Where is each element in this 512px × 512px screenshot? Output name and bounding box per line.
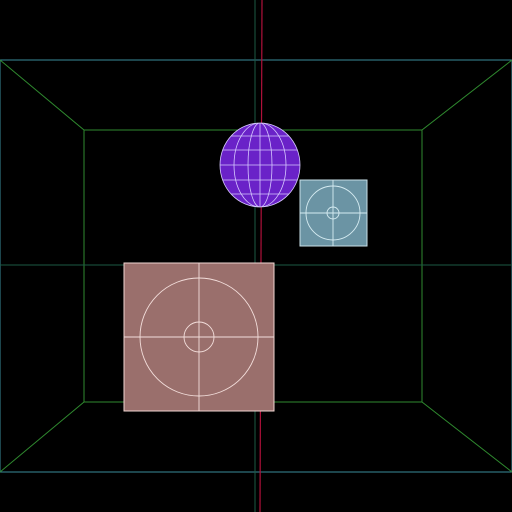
room-corner-edge-bottom-right (421, 401, 512, 473)
3d-viewport[interactable] (0, 0, 512, 512)
small-panel[interactable] (299, 179, 368, 247)
sphere-object[interactable] (218, 122, 302, 208)
large-panel[interactable] (123, 262, 275, 412)
vertical-axis (259, 0, 263, 512)
scene-canvas[interactable] (0, 0, 512, 512)
room-corner-edge-bottom-left (0, 401, 85, 473)
room-wireframe (0, 0, 512, 512)
room-corner-edge-top-right (421, 59, 512, 131)
sphere-wireframe (220, 123, 300, 207)
room-corner-edge-top-left (0, 59, 85, 131)
